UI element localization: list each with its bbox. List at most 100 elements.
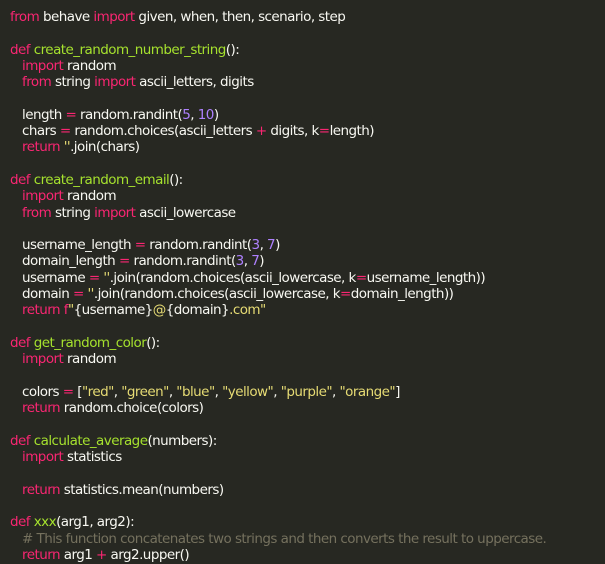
code-line: username = ''.join(random.choices(ascii_… (10, 270, 605, 286)
code-text: username (22, 269, 89, 286)
keyword: import (22, 188, 64, 205)
function-def-line: def calculate_average(numbers): (10, 433, 605, 449)
code-text: statistics.mean(numbers) (59, 481, 224, 498)
operator: = (62, 383, 74, 400)
code-text: string (51, 204, 95, 221)
keyword: from (22, 204, 52, 221)
code-text: random.choice(colors) (59, 400, 204, 417)
number-literal: 3 (235, 253, 245, 270)
code-line: import random (10, 188, 605, 204)
keyword: return (22, 139, 61, 156)
string-literal: @ (152, 302, 167, 319)
code-text: ) (259, 253, 264, 270)
code-text: domain_length)) (350, 286, 454, 303)
code-text: username_length (22, 237, 135, 254)
code-comment: # This function concatenates two strings… (10, 531, 605, 547)
string-literal: "red" (81, 383, 114, 400)
code-line: from string import ascii_letters, digits (10, 74, 605, 90)
operator: = (355, 269, 367, 286)
code-text: ] (395, 383, 400, 400)
string-literal: "yellow" (222, 383, 274, 400)
code-text: arg2.upper() (106, 546, 190, 563)
keyword: from (22, 74, 52, 91)
string-literal: '' (83, 286, 95, 303)
fstring-expression: {username} (73, 302, 154, 319)
code-text: , (273, 383, 281, 400)
code-line: username_length = random.randint(3, 7) (10, 237, 605, 253)
code-text: length (22, 106, 66, 123)
code-text: random (63, 188, 117, 205)
keyword: return (22, 302, 61, 319)
code-text: random.choices(ascii_letters (70, 123, 256, 140)
code-line: from string import ascii_lowercase (10, 205, 605, 221)
number-literal: 10 (197, 106, 215, 123)
code-line: return f"{username}@{domain}.com" (10, 302, 605, 318)
code-line: colors = ["red", "green", "blue", "yello… (10, 384, 605, 400)
keyword: def (10, 432, 31, 449)
code-text: .join(random.choices(ascii_lowercase, k (93, 286, 341, 303)
keyword: return (22, 400, 61, 417)
code-text: (): (169, 171, 183, 188)
function-name: xxx (33, 514, 57, 531)
code-text: .join(random.choices(ascii_lowercase, k (109, 269, 357, 286)
function-def-line: def create_random_email(): (10, 172, 605, 188)
code-text: ascii_lowercase (135, 204, 236, 221)
keyword: from (10, 9, 40, 25)
code-editor[interactable]: from behave import given, when, then, sc… (0, 0, 605, 564)
code-text: ) (213, 106, 219, 123)
code-text: colors (22, 383, 63, 400)
code-text: , (332, 383, 340, 400)
function-def-line: def xxx(arg1, arg2): (10, 514, 605, 530)
string-literal: "purple" (280, 383, 333, 400)
code-text: (arg1, arg2): (56, 514, 135, 531)
code-line: domain_length = random.randint(3, 7) (10, 253, 605, 269)
code-line: return ''.join(chars) (10, 139, 605, 155)
code-line: chars = random.choices(ascii_letters + d… (10, 123, 605, 139)
function-def-line: def create_random_number_string(): (10, 42, 605, 58)
code-text: .join(chars) (70, 139, 140, 156)
keyword: import (22, 449, 64, 466)
code-text: ) (275, 237, 280, 254)
code-text: (): (225, 41, 240, 58)
operator: = (318, 123, 330, 140)
function-name: create_random_number_string (33, 41, 227, 58)
keyword: import (94, 74, 136, 91)
string-literal: .com" (229, 302, 266, 319)
keyword: import (22, 57, 64, 74)
operator: = (73, 286, 84, 303)
function-name: create_random_email (33, 171, 170, 188)
keyword: import (94, 204, 136, 221)
code-text: , (259, 237, 268, 254)
code-line: from behave import given, when, then, sc… (10, 9, 605, 25)
function-def-line: def get_random_color(): (10, 335, 605, 351)
code-line: return statistics.mean(numbers) (10, 482, 605, 498)
code-text: ascii_letters, digits (135, 74, 254, 91)
operator: = (339, 286, 351, 303)
keyword: def (10, 41, 31, 58)
number-literal: 3 (251, 237, 261, 254)
fstring-expression: {domain} (165, 302, 230, 319)
keyword: def (10, 334, 31, 351)
comment-text: # This function concatenates two strings… (22, 530, 547, 547)
code-line: length = random.randint(5, 10) (10, 107, 605, 123)
code-text: chars (22, 123, 60, 140)
code-text: [ (73, 383, 82, 400)
code-line: return random.choice(colors) (10, 400, 605, 416)
code-line: import random (10, 351, 605, 367)
string-literal: "green" (121, 383, 169, 400)
keyword: import (22, 351, 64, 368)
code-text: random.randint( (145, 237, 252, 254)
code-text: username_length)) (366, 269, 486, 286)
code-text: random.randint( (129, 253, 236, 270)
code-line: import random (10, 58, 605, 74)
string-literal: '' (99, 269, 110, 286)
string-literal: "blue" (176, 383, 215, 400)
operator: + (255, 123, 267, 140)
operator: = (88, 269, 100, 286)
